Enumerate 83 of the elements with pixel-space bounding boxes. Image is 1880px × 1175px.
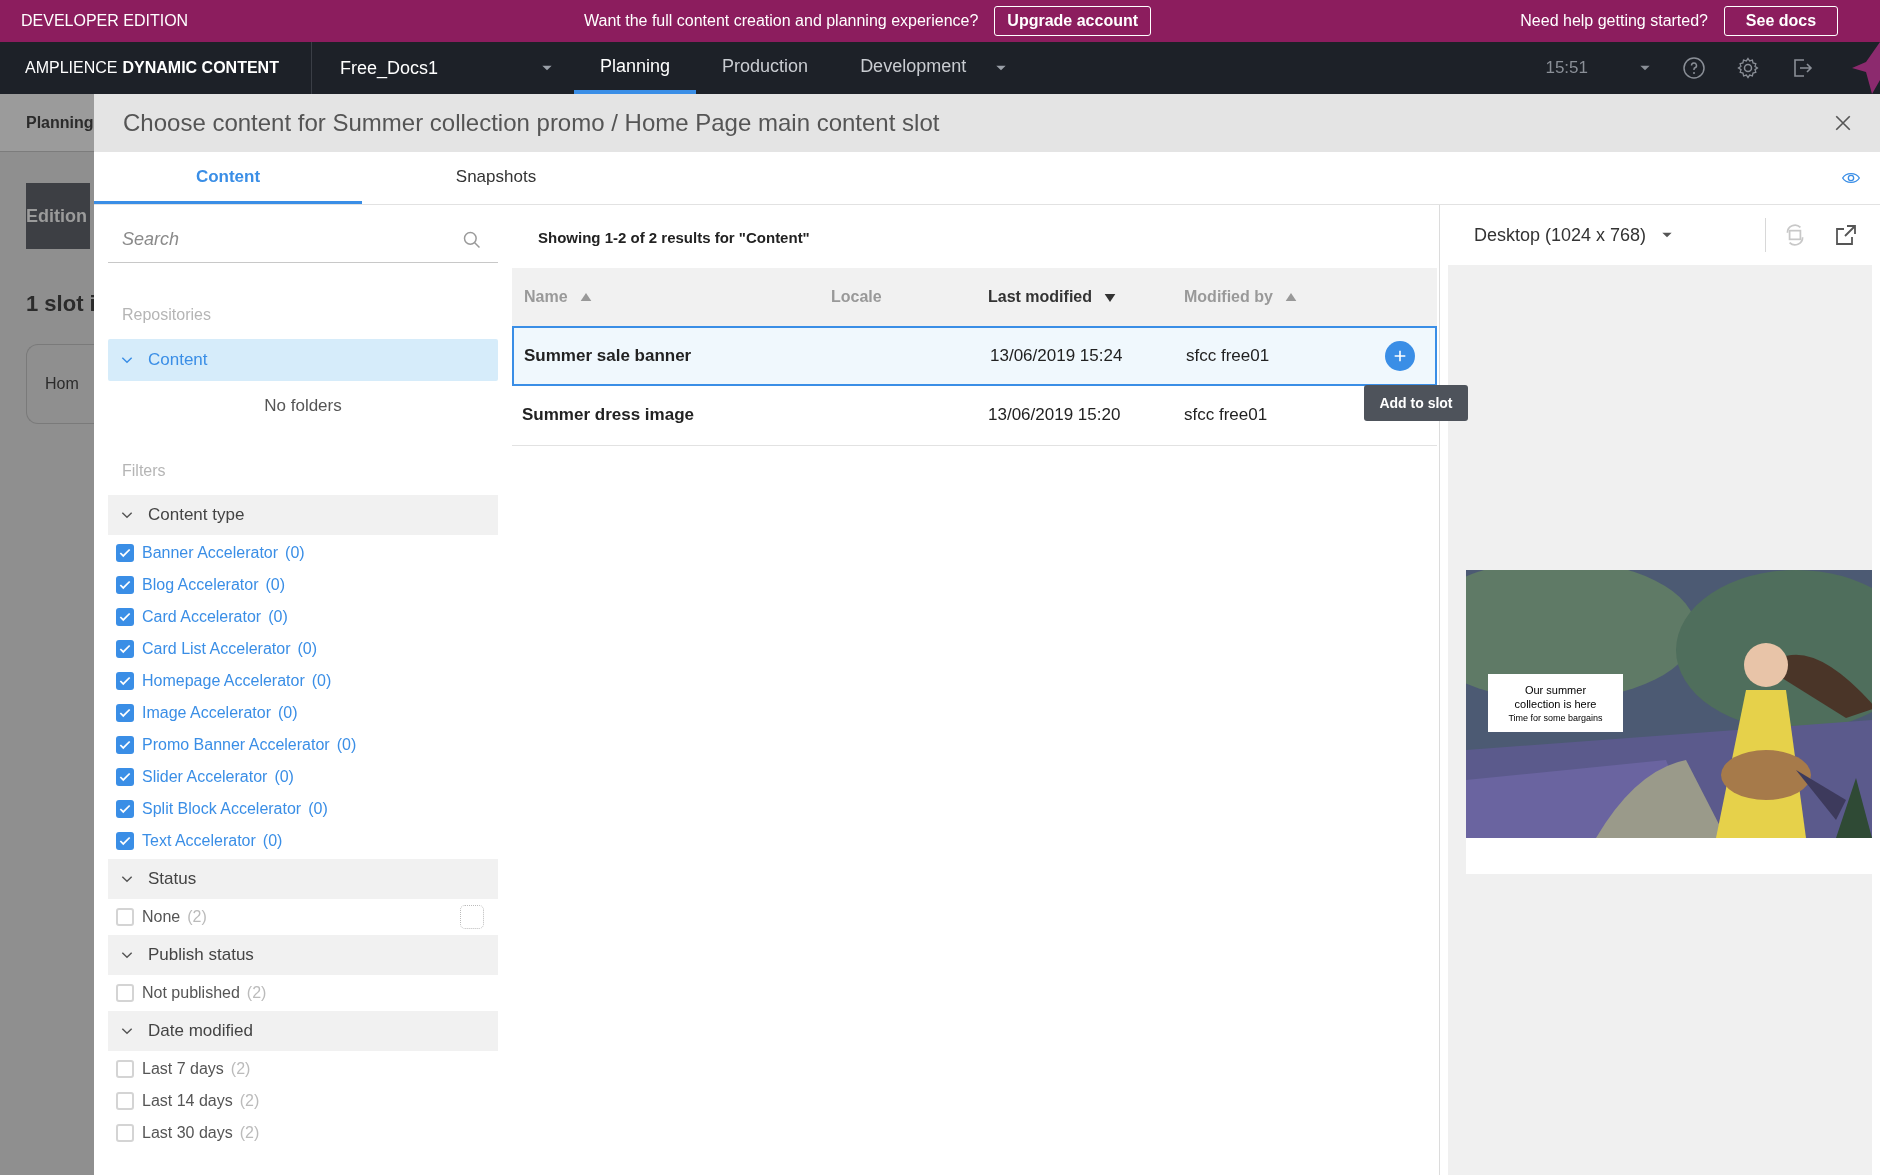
checkbox[interactable] — [116, 1059, 134, 1078]
help-icon[interactable] — [1682, 56, 1706, 80]
checkbox[interactable] — [116, 907, 134, 926]
upgrade-button[interactable]: Upgrade account — [994, 6, 1152, 36]
add-button[interactable] — [1385, 340, 1415, 371]
filter-count: (0) — [285, 542, 305, 563]
checkbox[interactable] — [116, 543, 134, 562]
close-icon[interactable] — [1834, 114, 1852, 132]
filter-count: (0) — [311, 670, 332, 691]
docs-button[interactable]: See docs — [1724, 6, 1838, 36]
filter-count: (0) — [336, 734, 357, 755]
table-cell-text: sfcc free01 — [1185, 344, 1271, 367]
column-header[interactable]: Last modified — [976, 284, 1172, 309]
search-icon[interactable] — [462, 230, 482, 250]
filter-option-label[interactable]: Not published — [142, 980, 240, 1005]
filter-group-header[interactable]: Content type — [108, 494, 498, 535]
hub-selector[interactable]: Free_Docs1 — [312, 42, 574, 94]
table-row[interactable]: Summer sale banner 13/06/2019 15:24 sfcc free01 — [512, 325, 1437, 386]
filter-option-label[interactable]: Slider Accelerator — [142, 764, 268, 789]
table-cell-text: Summer sale banner — [523, 344, 693, 367]
banner-subtext: Time for some bargains — [1508, 712, 1603, 724]
section-heading: Repositories — [122, 305, 212, 325]
filter-option-label[interactable]: None — [142, 904, 181, 929]
device-selector[interactable]: Desktop (1024 x 768) — [1474, 221, 1675, 249]
upgrade-message: Want the full content creation and planning experience? — [584, 11, 979, 31]
checkbox[interactable] — [116, 575, 134, 594]
slot-heading: 1 slot i — [26, 290, 94, 318]
filter-option-label[interactable]: Last 14 days — [142, 1088, 233, 1113]
filter-count: (0) — [277, 702, 298, 723]
filter-count: (0) — [274, 766, 294, 787]
checkbox[interactable] — [116, 671, 134, 690]
filter-group-header[interactable]: Status — [108, 858, 498, 899]
filter-count: (0) — [265, 574, 286, 595]
table-cell-text: 13/06/2019 15:20 — [987, 404, 1122, 427]
checkbox[interactable] — [116, 1123, 134, 1142]
brand-name: AMPLIENCE — [25, 58, 118, 78]
checkbox[interactable] — [116, 983, 134, 1002]
filter-count: (2) — [230, 1058, 251, 1079]
brand-name-bold: DYNAMIC CONTENT — [122, 58, 279, 78]
checkbox[interactable] — [116, 1091, 134, 1110]
checkbox[interactable] — [116, 767, 134, 786]
tooltip: Add to slot — [1364, 385, 1468, 421]
filter-count: (2) — [239, 1090, 260, 1111]
help-text: Need help getting started? — [1520, 11, 1708, 31]
nav-tab[interactable]: Production — [696, 42, 835, 94]
empty-message: No folders — [264, 395, 342, 417]
dialog-title: Choose content for Summer collection promo / Home Page main content slot — [123, 108, 940, 138]
filter-group-header[interactable]: Publish status — [108, 934, 498, 975]
filter-group-header[interactable]: Date modified — [108, 1010, 498, 1051]
dialog-tab[interactable]: Snapshots — [362, 152, 630, 204]
star-decoration-icon — [1852, 42, 1880, 94]
banner-heading: Our summer collection is here — [1513, 682, 1598, 711]
filter-count: (0) — [268, 606, 288, 627]
search-field[interactable]: Search — [108, 217, 498, 263]
slot-card-label: Hom — [45, 374, 79, 394]
filter-count: (0) — [262, 830, 283, 851]
checkbox[interactable] — [116, 703, 134, 722]
filter-option-label[interactable]: Last 7 days — [142, 1056, 224, 1081]
filter-count: (2) — [246, 982, 267, 1003]
table-cell-text: sfcc free01 — [1183, 404, 1269, 427]
filter-count: (0) — [308, 798, 328, 819]
edition-label: DEVELOPER EDITION — [21, 11, 190, 31]
settings-icon[interactable] — [1736, 56, 1760, 80]
checkbox[interactable] — [116, 735, 134, 754]
filter-option-label[interactable]: Last 30 days — [142, 1120, 233, 1145]
nav-tab[interactable]: Development — [834, 42, 993, 94]
section-heading: Filters — [122, 460, 167, 481]
filter-option-label[interactable]: Text Accelerator — [142, 828, 256, 853]
edition-badge: Edition — [26, 183, 90, 249]
filter-count: (0) — [297, 638, 318, 659]
breadcrumb: Planning — [26, 112, 94, 133]
filter-option-label[interactable]: Image Accelerator — [142, 700, 271, 725]
checkbox[interactable] — [116, 607, 134, 626]
checkbox[interactable] — [116, 639, 134, 658]
filter-count: (2) — [239, 1122, 260, 1143]
filter-count: (2) — [187, 906, 207, 927]
checkbox[interactable] — [116, 799, 134, 818]
table-cell-text: Summer dress image — [521, 404, 695, 427]
table-cell-text: 13/06/2019 15:24 — [989, 344, 1124, 367]
external-link-icon[interactable] — [1834, 223, 1858, 247]
checkbox[interactable] — [116, 831, 134, 850]
results-summary: Showing 1-2 of 2 results for "Content" — [538, 228, 811, 248]
clock-time: 15:51 — [1545, 57, 1588, 80]
